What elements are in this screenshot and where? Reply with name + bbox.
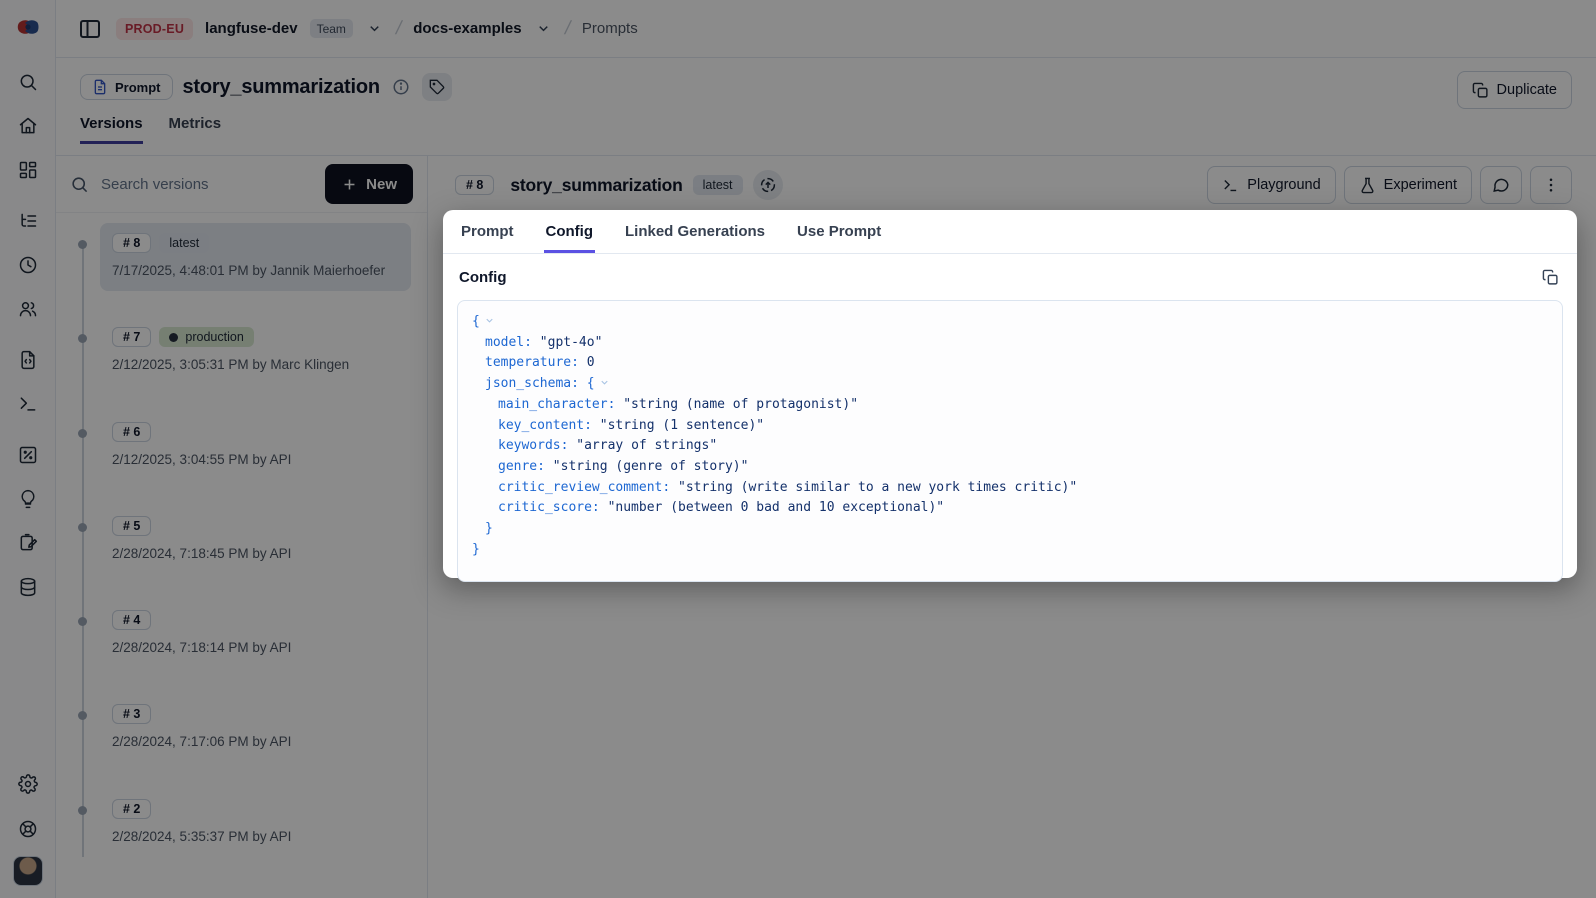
json-line: main_character: "string (name of protago… [472,395,1548,416]
json-line: json_schema: { [472,374,1548,395]
card-tab-use-prompt[interactable]: Use Prompt [795,210,883,253]
json-line: } [472,540,1548,561]
config-card: Prompt Config Linked Generations Use Prompt… [443,210,1577,578]
json-line: key_content: "string (1 sentence)" [472,416,1548,437]
card-tab-linked-generations[interactable]: Linked Generations [623,210,767,253]
card-tab-config[interactable]: Config [544,210,595,253]
json-line: temperature: 0 [472,353,1548,374]
collapse-chevron-icon[interactable] [484,315,495,326]
json-line: genre: "string (genre of story)" [472,457,1548,478]
config-json: {model: "gpt-4o"temperature: 0json_schem… [457,300,1563,582]
card-tab-prompt[interactable]: Prompt [459,210,516,253]
json-line: model: "gpt-4o" [472,333,1548,354]
copy-icon [1542,269,1559,286]
json-line: keywords: "array of strings" [472,436,1548,457]
card-tabs: Prompt Config Linked Generations Use Prompt [443,210,1577,254]
config-section-title: Config [459,269,506,286]
json-line: } [472,519,1548,540]
json-line: critic_score: "number (between 0 bad and… [472,498,1548,519]
copy-config-button[interactable] [1540,267,1561,288]
collapse-chevron-icon[interactable] [599,377,610,388]
json-line: { [472,312,1548,333]
json-line: critic_review_comment: "string (write si… [472,478,1548,499]
